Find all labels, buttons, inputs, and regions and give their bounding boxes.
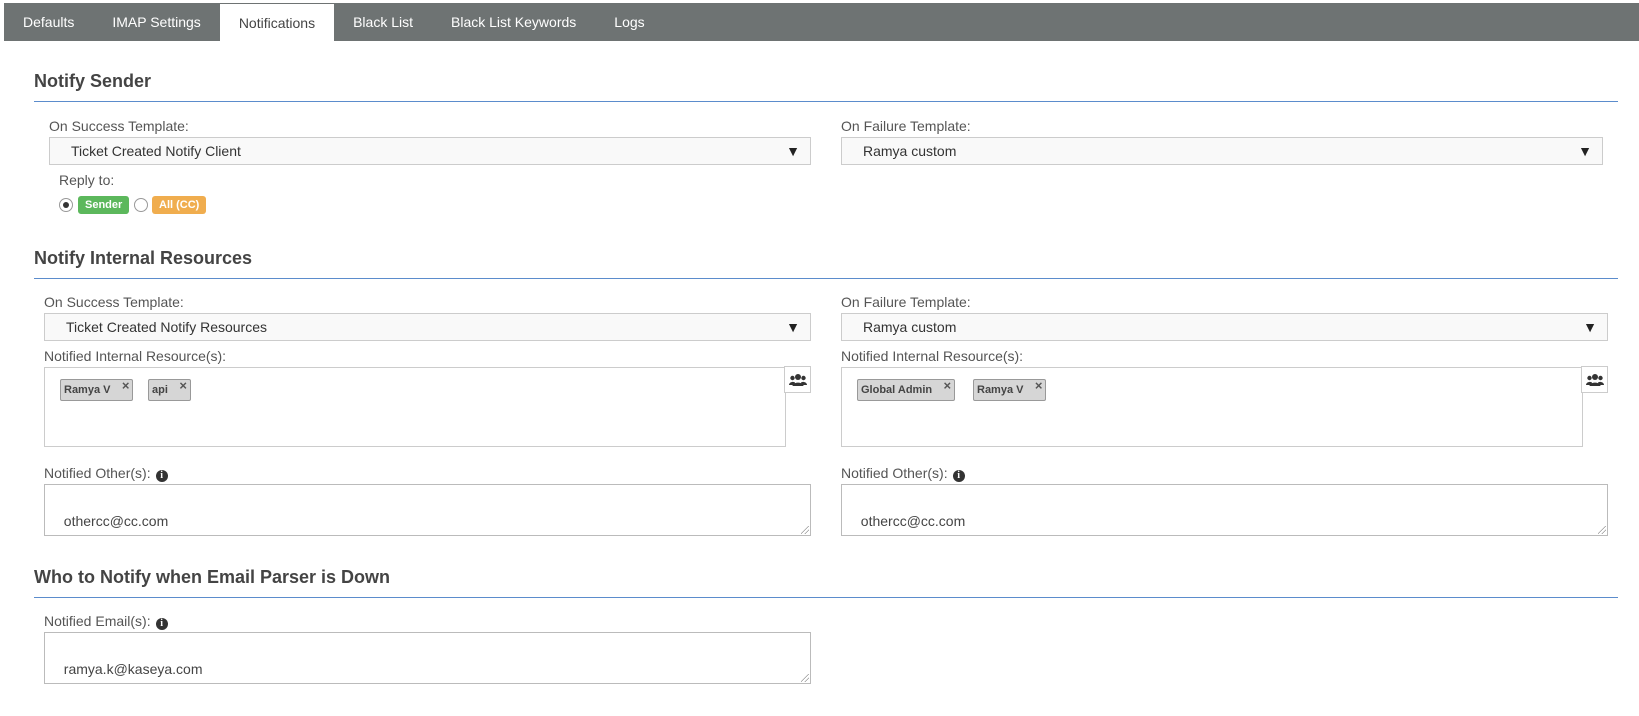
tab-notifications[interactable]: Notifications xyxy=(219,3,335,41)
sender-success-value: Ticket Created Notify Client xyxy=(71,143,241,159)
notified-emails-textarea[interactable]: ramya.k@kaseya.com parserdown@down.com xyxy=(44,632,811,684)
notified-others-label-text: Notified Other(s): xyxy=(841,465,948,481)
notified-others-textarea-right[interactable]: othercc@cc.com othercc2@cc.com xyxy=(841,484,1608,536)
reply-sender-radio[interactable] xyxy=(59,198,73,212)
resource-tag-label: Ramya V xyxy=(977,384,1024,396)
resize-handle-icon[interactable] xyxy=(1598,526,1606,534)
info-icon[interactable]: i xyxy=(155,470,168,482)
resize-handle-icon[interactable] xyxy=(801,674,809,682)
notify-internal-heading: Notify Internal Resources xyxy=(34,248,1618,279)
parser-down-heading: Who to Notify when Email Parser is Down xyxy=(34,567,1618,598)
tab-logs[interactable]: Logs xyxy=(595,3,663,41)
remove-tag-icon[interactable]: × xyxy=(944,376,952,396)
notify-sender-heading: Notify Sender xyxy=(34,71,1618,102)
internal-success-label: On Success Template: xyxy=(44,294,184,310)
resource-tag: Ramya V × xyxy=(973,376,1047,401)
notified-others-textarea-left[interactable]: othercc@cc.com othercc2@cc.com xyxy=(44,484,811,536)
select-resources-button-right[interactable] xyxy=(1581,366,1608,393)
notified-emails-label: Notified Email(s): i xyxy=(44,613,168,630)
reply-sender-badge[interactable]: Sender xyxy=(78,196,130,214)
remove-tag-icon[interactable]: × xyxy=(122,376,130,396)
notified-emails-value: ramya.k@kaseya.com parserdown@down.com xyxy=(56,661,207,683)
internal-failure-label: On Failure Template: xyxy=(841,294,971,310)
internal-resources-label-left: Notified Internal Resource(s): xyxy=(44,348,227,364)
users-icon xyxy=(788,373,807,386)
chevron-down-icon: ▼ xyxy=(786,143,800,159)
tab-imap-settings[interactable]: IMAP Settings xyxy=(93,3,219,41)
internal-resources-input-right[interactable]: Global Admin × Ramya V × xyxy=(841,367,1583,447)
tab-bar: Defaults IMAP Settings Notifications Bla… xyxy=(4,3,1639,41)
users-icon xyxy=(1585,373,1604,386)
internal-resources-label-right: Notified Internal Resource(s): xyxy=(841,348,1024,364)
tab-defaults[interactable]: Defaults xyxy=(4,3,93,41)
internal-resources-input-left[interactable]: Ramya V × api × xyxy=(44,367,786,447)
resource-tag-label: Global Admin xyxy=(861,384,933,396)
resource-tag: Global Admin × xyxy=(857,376,956,401)
chevron-down-icon: ▼ xyxy=(786,319,800,335)
notified-others-label-text: Notified Other(s): xyxy=(44,465,151,481)
notified-others-value: othercc@cc.com othercc2@cc.com xyxy=(56,513,169,535)
notified-others-value: othercc@cc.com othercc2@cc.com xyxy=(853,513,966,535)
resource-tag: Ramya V × xyxy=(60,376,134,401)
tab-black-list[interactable]: Black List xyxy=(334,3,432,41)
info-icon[interactable]: i xyxy=(155,618,168,630)
internal-failure-value: Ramya custom xyxy=(863,319,957,335)
reply-all-radio[interactable] xyxy=(134,198,148,212)
remove-tag-icon[interactable]: × xyxy=(1035,376,1043,396)
notified-others-label-right: Notified Other(s): i xyxy=(841,465,965,482)
internal-success-template-select[interactable]: Ticket Created Notify Resources ▼ xyxy=(44,313,811,341)
internal-failure-template-select[interactable]: Ramya custom ▼ xyxy=(841,313,1608,341)
tab-black-list-keywords[interactable]: Black List Keywords xyxy=(432,3,595,41)
select-resources-button-left[interactable] xyxy=(784,366,811,393)
remove-tag-icon[interactable]: × xyxy=(179,376,187,396)
reply-all-badge[interactable]: All (CC) xyxy=(152,196,207,214)
sender-success-template-select[interactable]: Ticket Created Notify Client ▼ xyxy=(49,137,811,165)
reply-to-label: Reply to: xyxy=(59,172,115,188)
notified-emails-label-text: Notified Email(s): xyxy=(44,613,151,629)
info-icon[interactable]: i xyxy=(952,470,965,482)
internal-success-value: Ticket Created Notify Resources xyxy=(66,319,267,335)
sender-failure-label: On Failure Template: xyxy=(841,118,971,134)
resource-tag-label: Ramya V xyxy=(64,384,111,396)
sender-failure-template-select[interactable]: Ramya custom ▼ xyxy=(841,137,1603,165)
resource-tag-label: api xyxy=(152,384,168,396)
chevron-down-icon: ▼ xyxy=(1578,143,1592,159)
resize-handle-icon[interactable] xyxy=(801,526,809,534)
sender-success-label: On Success Template: xyxy=(49,118,189,134)
notified-others-label-left: Notified Other(s): i xyxy=(44,465,168,482)
sender-failure-value: Ramya custom xyxy=(863,143,957,159)
chevron-down-icon: ▼ xyxy=(1583,319,1597,335)
resource-tag: api × xyxy=(148,376,191,401)
